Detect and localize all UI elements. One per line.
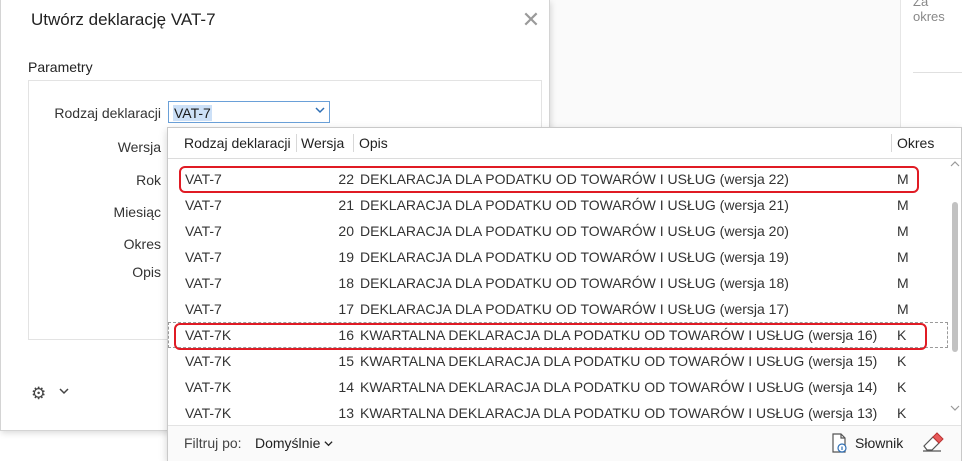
list-item[interactable]: VAT-7K 15 KWARTALNA DEKLARACJA DLA PODAT… [168, 348, 948, 374]
chevron-down-icon[interactable] [950, 404, 960, 415]
filter-label: Filtruj po: [184, 435, 242, 451]
row-wersja: 16 [338, 327, 354, 343]
row-opis: KWARTALNA DEKLARACJA DLA PODATKU OD TOWA… [360, 379, 878, 395]
row-wersja: 15 [338, 353, 354, 369]
row-rodzaj: VAT-7 [185, 249, 222, 265]
section-title: Parametry [28, 59, 93, 75]
column-separator[interactable] [891, 134, 892, 152]
rodzaj-select-value: VAT-7 [173, 105, 212, 121]
chevron-down-icon [315, 104, 325, 118]
rodzaj-label: Rodzaj deklaracji [54, 105, 161, 121]
filter-value: Domyślnie [255, 435, 321, 451]
row-okres: K [897, 327, 907, 343]
row-rodzaj: VAT-7 [185, 223, 222, 239]
row-rodzaj: VAT-7K [185, 353, 232, 369]
row-wersja: 14 [338, 379, 354, 395]
row-wersja: 20 [338, 223, 354, 239]
list-item[interactable]: VAT-7 20 DEKLARACJA DLA PODATKU OD TOWAR… [168, 218, 948, 244]
chevron-down-icon [324, 435, 333, 451]
scrollbar[interactable] [949, 160, 961, 420]
row-opis: DEKLARACJA DLA PODATKU OD TOWARÓW I USŁU… [360, 301, 789, 317]
row-rodzaj: VAT-7K [185, 327, 232, 343]
row-okres: M [897, 249, 909, 265]
column-header-opis[interactable]: Opis [359, 135, 388, 151]
row-opis: DEKLARACJA DLA PODATKU OD TOWARÓW I USŁU… [360, 171, 789, 187]
gear-icon[interactable]: ⚙ [31, 384, 46, 404]
row-rodzaj: VAT-7K [185, 405, 232, 421]
close-icon[interactable]: ✕ [520, 9, 542, 31]
row-okres: M [897, 171, 909, 187]
filter-select[interactable]: Domyślnie [255, 435, 333, 451]
row-rodzaj: VAT-7 [185, 301, 222, 317]
list-item[interactable]: VAT-7K 13 KWARTALNA DEKLARACJA DLA PODAT… [168, 400, 948, 424]
dictionary-icon [831, 433, 847, 453]
dropdown-rows: VAT-7 22 DEKLARACJA DLA PODATKU OD TOWAR… [168, 166, 948, 424]
row-rodzaj: VAT-7K [185, 379, 232, 395]
list-item-selected[interactable]: VAT-7K 16 KWARTALNA DEKLARACJA DLA PODAT… [168, 322, 948, 348]
column-header-rodzaj[interactable]: Rodzaj deklaracji [184, 135, 291, 151]
list-item[interactable]: VAT-7 18 DEKLARACJA DLA PODATKU OD TOWAR… [168, 270, 948, 296]
list-item[interactable]: VAT-7 17 DEKLARACJA DLA PODATKU OD TOWAR… [168, 296, 948, 322]
row-wersja: 17 [338, 301, 354, 317]
row-okres: M [897, 301, 909, 317]
row-rodzaj: VAT-7 [185, 197, 222, 213]
list-item[interactable]: VAT-7K 14 KWARTALNA DEKLARACJA DLA PODAT… [168, 374, 948, 400]
row-okres: K [897, 353, 907, 369]
row-wersja: 22 [338, 171, 354, 187]
declaration-dropdown: Rodzaj deklaracji Wersja Opis Okres VAT-… [167, 127, 962, 461]
chevron-up-icon[interactable] [950, 160, 960, 171]
dialog-title: Utwórz deklarację VAT-7 [31, 10, 216, 29]
row-opis: DEKLARACJA DLA PODATKU OD TOWARÓW I USŁU… [360, 249, 789, 265]
okres-label: Okres [123, 236, 161, 252]
row-opis: KWARTALNA DEKLARACJA DLA PODATKU OD TOWA… [360, 327, 878, 343]
column-separator[interactable] [296, 134, 297, 152]
column-separator[interactable] [353, 134, 354, 152]
row-opis: DEKLARACJA DLA PODATKU OD TOWARÓW I USŁU… [360, 197, 789, 213]
row-wersja: 19 [338, 249, 354, 265]
dropdown-footer: Filtruj po: Domyślnie Słownik [168, 425, 961, 461]
opis-label: Opis [132, 264, 161, 280]
background-partial-text: Za okres [913, 0, 945, 24]
column-header-wersja[interactable]: Wersja [301, 135, 344, 151]
row-wersja: 18 [338, 275, 354, 291]
list-item[interactable]: VAT-7 22 DEKLARACJA DLA PODATKU OD TOWAR… [168, 166, 948, 192]
rodzaj-select[interactable]: VAT-7 [168, 101, 330, 123]
dictionary-label: Słownik [855, 435, 904, 451]
row-okres: K [897, 379, 907, 395]
row-wersja: 13 [338, 405, 354, 421]
miesiac-label: Miesiąc [113, 204, 161, 220]
scrollbar-thumb[interactable] [952, 202, 958, 352]
column-header-okres[interactable]: Okres [897, 135, 934, 151]
list-item[interactable]: VAT-7 21 DEKLARACJA DLA PODATKU OD TOWAR… [168, 192, 948, 218]
divider [913, 72, 962, 73]
row-okres: K [897, 405, 907, 421]
row-wersja: 21 [338, 197, 354, 213]
row-opis: KWARTALNA DEKLARACJA DLA PODATKU OD TOWA… [360, 353, 878, 369]
row-okres: M [897, 223, 909, 239]
rok-label: Rok [136, 172, 161, 188]
wersja-label: Wersja [117, 139, 161, 155]
chevron-down-icon[interactable] [59, 384, 69, 399]
eraser-icon[interactable] [920, 431, 946, 455]
dropdown-header: Rodzaj deklaracji Wersja Opis Okres [168, 128, 961, 159]
row-opis: DEKLARACJA DLA PODATKU OD TOWARÓW I USŁU… [360, 275, 789, 291]
row-rodzaj: VAT-7 [185, 171, 222, 187]
row-opis: DEKLARACJA DLA PODATKU OD TOWARÓW I USŁU… [360, 223, 789, 239]
row-rodzaj: VAT-7 [185, 275, 222, 291]
row-opis: KWARTALNA DEKLARACJA DLA PODATKU OD TOWA… [360, 405, 878, 421]
list-item[interactable]: VAT-7 19 DEKLARACJA DLA PODATKU OD TOWAR… [168, 244, 948, 270]
row-okres: M [897, 275, 909, 291]
row-okres: M [897, 197, 909, 213]
